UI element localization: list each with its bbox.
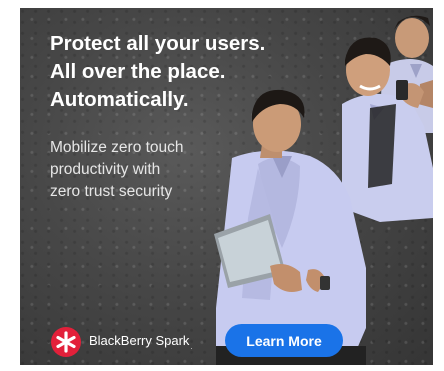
subheadline: Mobilize zero touch productivity with ze… — [50, 137, 184, 203]
blackberry-spark-star-icon — [51, 327, 81, 357]
subheadline-line-3: zero trust security — [50, 183, 173, 200]
brand-name: BlackBerry Spark. — [89, 333, 192, 351]
headline-line-1: Protect all your users. — [50, 32, 266, 55]
subheadline-line-2: productivity with — [50, 161, 161, 178]
headline-line-2: All over the place. — [50, 60, 226, 83]
brand-trademark: . — [190, 343, 193, 351]
headline: Protect all your users. All over the pla… — [50, 30, 265, 114]
subheadline-line-1: Mobilize zero touch — [50, 139, 184, 156]
brand-logo-lockup: BlackBerry Spark. — [51, 327, 192, 357]
brand-name-text: BlackBerry Spark — [89, 333, 190, 349]
headline-line-3: Automatically. — [50, 88, 189, 111]
banner-ad[interactable]: Protect all your users. All over the pla… — [20, 8, 433, 365]
learn-more-button[interactable]: Learn More — [225, 324, 343, 357]
